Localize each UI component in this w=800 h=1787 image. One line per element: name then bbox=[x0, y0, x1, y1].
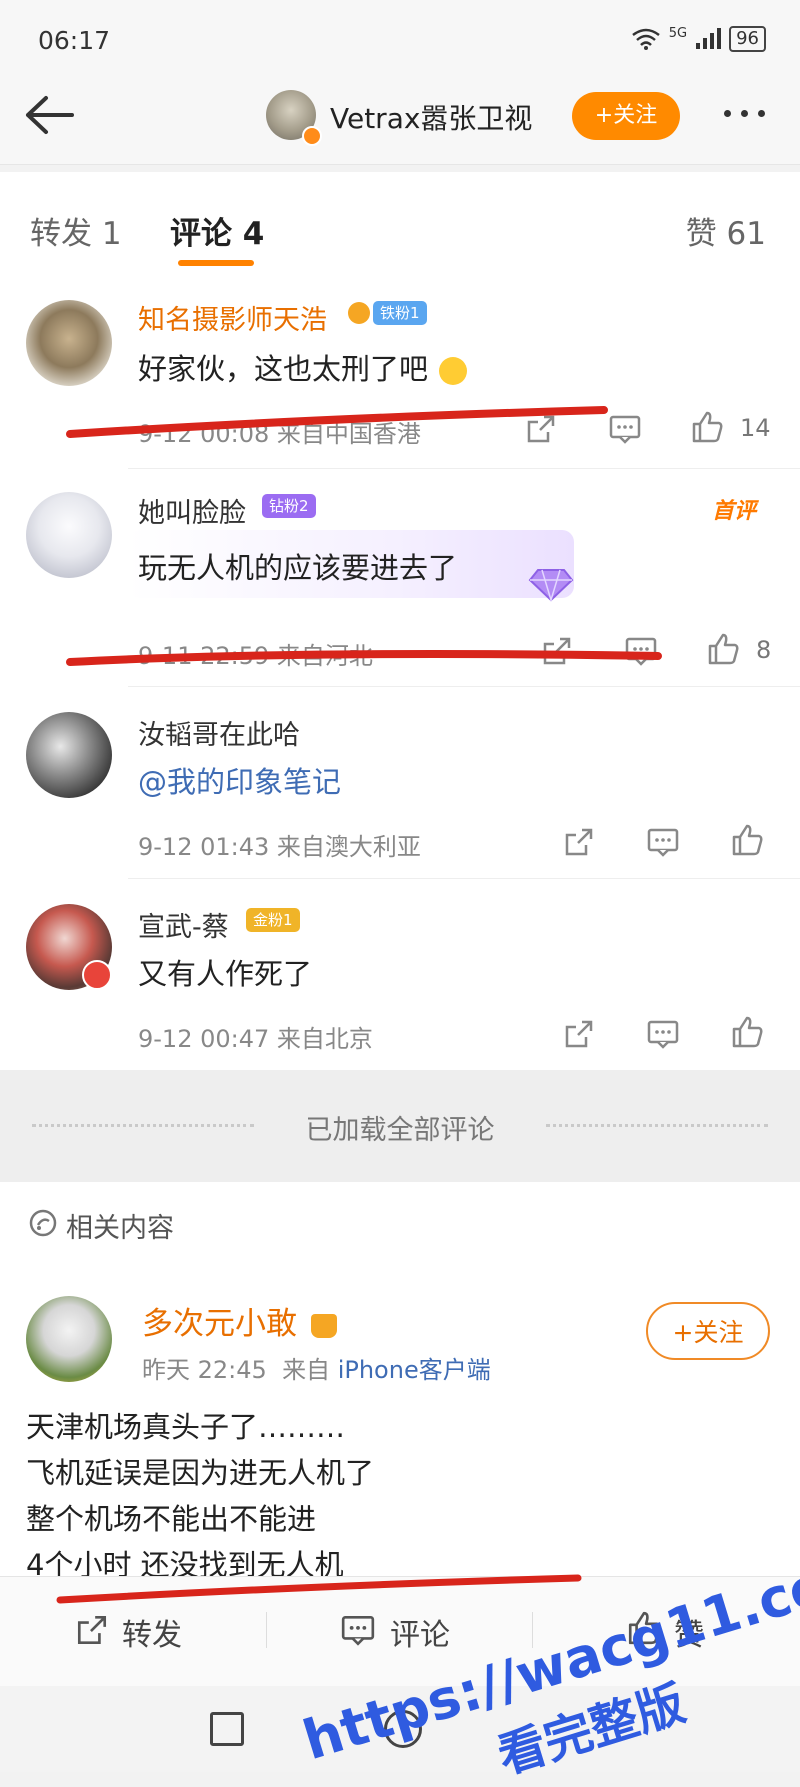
commenter-name[interactable]: 她叫脸脸 bbox=[138, 491, 246, 530]
vip-badge-icon bbox=[82, 960, 112, 990]
post-author-avatar[interactable] bbox=[26, 1296, 112, 1382]
crown-icon bbox=[348, 302, 370, 324]
follow-button[interactable]: +关注 bbox=[572, 92, 680, 140]
verified-badge-icon bbox=[302, 126, 322, 146]
diamond-icon bbox=[528, 569, 574, 602]
divider bbox=[128, 878, 800, 879]
follow-button[interactable]: +关注 bbox=[646, 1302, 770, 1360]
share-icon[interactable] bbox=[524, 412, 558, 446]
divider bbox=[128, 686, 800, 687]
post-meta: 昨天 22:45 来自 iPhone客户端 bbox=[142, 1356, 491, 1384]
reply-icon[interactable] bbox=[624, 634, 658, 668]
fan-badge: 钻粉2 bbox=[262, 494, 316, 518]
share-icon[interactable] bbox=[540, 634, 574, 668]
mention-link[interactable]: @我的印象笔记 bbox=[138, 759, 341, 801]
repost-button[interactable]: 转发 bbox=[122, 1610, 182, 1654]
loaded-all-text: 已加载全部评论 bbox=[305, 1115, 495, 1146]
share-icon[interactable] bbox=[562, 825, 596, 859]
commenter-avatar[interactable] bbox=[26, 712, 112, 798]
post-text-line: 整个机场不能出不能进 bbox=[26, 1502, 317, 1536]
like-count: 8 bbox=[756, 636, 772, 664]
more-options-icon[interactable] bbox=[724, 110, 765, 117]
divider bbox=[266, 1612, 267, 1648]
wifi-icon bbox=[631, 28, 660, 50]
like-icon[interactable] bbox=[730, 1015, 764, 1049]
comment-list bbox=[0, 272, 800, 1070]
like-count: 14 bbox=[740, 414, 771, 442]
like-icon[interactable] bbox=[730, 823, 764, 857]
post-text-line: 飞机延误是因为进无人机了 bbox=[26, 1456, 375, 1490]
like-icon[interactable] bbox=[690, 410, 724, 444]
network-type: 5G bbox=[668, 26, 688, 41]
recent-apps-icon[interactable] bbox=[210, 1712, 244, 1746]
commenter-name[interactable]: 宣武-蔡 bbox=[138, 905, 229, 944]
reply-icon[interactable] bbox=[608, 412, 642, 446]
first-comment-tag: 首评 bbox=[712, 499, 757, 524]
related-icon bbox=[29, 1209, 57, 1237]
page-title[interactable]: Vetrax嚣张卫视 bbox=[330, 97, 532, 137]
comment-text: 又有人作死了 bbox=[138, 957, 313, 991]
fan-badge: 铁粉1 bbox=[348, 301, 427, 325]
post-author-name[interactable]: 多次元小敢 bbox=[142, 1298, 337, 1343]
status-icons: 5G 96 bbox=[631, 26, 766, 52]
commenter-name[interactable]: 知名摄影师天浩 bbox=[138, 298, 327, 337]
reply-icon[interactable] bbox=[646, 825, 680, 859]
tab-likes[interactable]: 赞 61 bbox=[686, 208, 766, 253]
share-icon[interactable] bbox=[562, 1017, 596, 1051]
laughing-crying-emoji-icon bbox=[439, 357, 468, 385]
post-text-line: 天津机场真头子了……… bbox=[26, 1410, 346, 1444]
share-icon[interactable] bbox=[74, 1612, 110, 1648]
post-source-link[interactable]: iPhone客户端 bbox=[338, 1356, 491, 1384]
back-arrow-icon[interactable] bbox=[20, 90, 80, 140]
comment-text: 玩无人机的应该要进去了 bbox=[138, 551, 458, 585]
comment-meta: 9-12 01:43 来自澳大利亚 bbox=[138, 833, 421, 861]
comment-text: 好家伙，这也太刑了吧 bbox=[138, 346, 468, 388]
commenter-name[interactable]: 汝韬哥在此哈 bbox=[138, 713, 300, 752]
signal-icon bbox=[696, 28, 722, 49]
status-time: 06:17 bbox=[38, 26, 111, 55]
fan-badge: 金粉1 bbox=[246, 908, 300, 932]
tab-comments[interactable]: 评论 4 bbox=[170, 208, 264, 253]
comment-meta: 9-12 00:47 来自北京 bbox=[138, 1025, 373, 1053]
related-label: 相关内容 bbox=[66, 1213, 174, 1244]
commenter-avatar[interactable] bbox=[26, 300, 112, 386]
comment-meta: 9-12 00:08 来自中国香港 bbox=[138, 420, 421, 448]
divider bbox=[128, 468, 800, 469]
crown-icon bbox=[310, 1313, 337, 1338]
comment-icon[interactable] bbox=[340, 1612, 376, 1648]
comment-meta: 9-11 22:59 来自河北 bbox=[138, 642, 373, 670]
like-icon[interactable] bbox=[706, 632, 740, 666]
comment-button[interactable]: 评论 bbox=[390, 1610, 450, 1654]
reply-icon[interactable] bbox=[646, 1017, 680, 1051]
tab-repost[interactable]: 转发 1 bbox=[30, 208, 122, 253]
commenter-avatar[interactable] bbox=[26, 492, 112, 578]
active-tab-indicator bbox=[178, 260, 254, 266]
battery-indicator: 96 bbox=[729, 26, 766, 52]
